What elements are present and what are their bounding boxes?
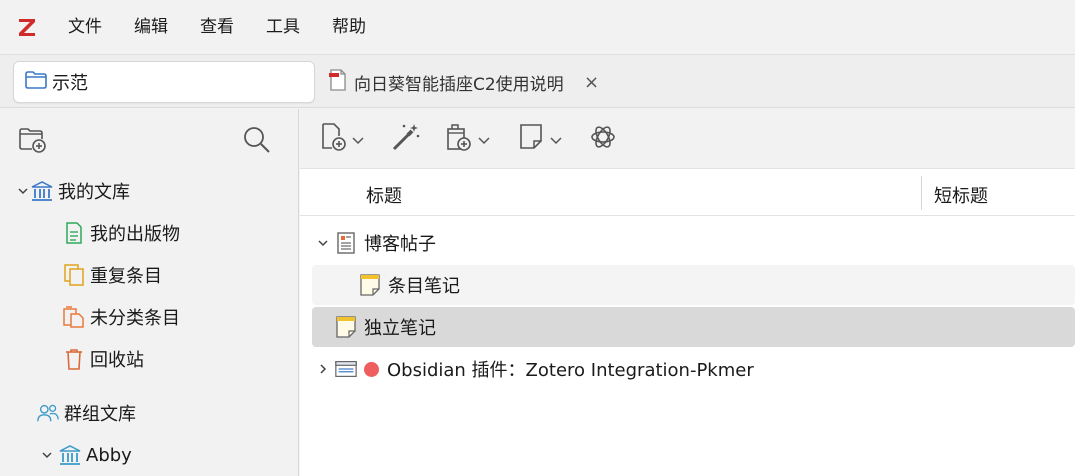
menu-view[interactable]: 查看 [184,0,250,54]
tab-reader-label: 向日葵智能插座C2使用说明 [354,74,564,95]
new-note-button[interactable] [518,123,562,155]
new-item-button[interactable] [320,123,364,155]
note-icon [358,273,382,297]
tree-duplicate-items[interactable]: 重复条目 [62,255,162,295]
my-publications-label: 我的出版物 [90,224,180,245]
new-collection-icon[interactable] [18,125,48,157]
chevron-down-icon [550,130,562,149]
folder-icon [24,70,48,94]
menu-file[interactable]: 文件 [54,0,118,54]
item-standalone-note-title: 独立笔记 [364,318,436,339]
tree-group-abby[interactable]: Abby [40,435,132,475]
tree-my-library[interactable]: 我的文库 [16,171,130,211]
trash-icon [62,347,86,371]
zotero-logo-icon [0,0,54,54]
magic-wand-icon [390,121,422,157]
chevron-down-icon [352,130,364,149]
group-abby-label: Abby [86,444,132,466]
library-icon [30,179,54,203]
menu-edit[interactable]: 编辑 [118,0,184,54]
close-tab-icon[interactable]: × [584,72,599,93]
item-standalone-note[interactable]: 独立笔记 [312,307,1075,347]
tree-unfiled-items[interactable]: 未分类条目 [62,297,180,337]
ai-button[interactable] [588,123,618,155]
item-child-note[interactable]: 条目笔记 [312,265,1075,305]
menu-help[interactable]: 帮助 [316,0,382,54]
item-child-note-title: 条目笔记 [388,276,460,297]
chevron-down-icon[interactable] [40,449,54,461]
unfiled-icon [62,305,86,329]
add-attachment-button[interactable] [444,123,490,155]
library-icon [58,443,82,467]
tree-my-publications[interactable]: 我的出版物 [62,213,180,253]
chevron-down-icon[interactable] [312,237,334,249]
pdf-icon [328,68,348,96]
status-dot [364,361,379,377]
items-pane: 标题 短标题 博客帖子 条目笔记 独立笔记 Obsidian 插件：Zotero… [300,109,1075,476]
group-libraries-label: 群组文库 [64,404,136,425]
chevron-down-icon[interactable] [16,185,30,197]
tree-group-libraries[interactable]: 群组文库 [36,393,136,433]
item-obsidian-plugin[interactable]: Obsidian 插件：Zotero Integration-Pkmer [312,349,1075,389]
item-blog-post-title: 博客帖子 [364,234,436,255]
note-icon [334,315,358,339]
group-icon [36,401,60,425]
tab-reader[interactable]: 向日葵智能插座C2使用说明 × [328,61,618,103]
trash-label: 回收站 [90,350,144,371]
menu-bar: 文件 编辑 查看 工具 帮助 [0,0,1075,54]
blog-post-icon [334,231,358,255]
new-note-icon [518,122,546,156]
duplicate-items-label: 重复条目 [90,266,162,287]
add-attachment-icon [444,122,474,156]
column-title[interactable]: 标题 [366,182,402,208]
tab-library-label: 示范 [52,73,88,94]
webpage-icon [334,357,358,381]
item-blog-post[interactable]: 博客帖子 [312,223,1075,263]
column-separator[interactable] [921,176,922,210]
tree-trash[interactable]: 回收站 [62,339,144,379]
item-obsidian-plugin-title: Obsidian 插件：Zotero Integration-Pkmer [387,360,754,381]
publications-icon [62,221,86,245]
tab-bar: 示范 向日葵智能插座C2使用说明 × [0,54,1075,108]
duplicates-icon [62,263,86,287]
chevron-right-icon[interactable] [312,363,334,375]
unfiled-items-label: 未分类条目 [90,308,180,329]
column-short-title[interactable]: 短标题 [934,182,988,208]
chevron-down-icon [478,130,490,149]
openai-icon [588,122,618,156]
items-toolbar [300,109,1075,169]
add-by-identifier-button[interactable] [390,123,422,155]
menu-tools[interactable]: 工具 [250,0,316,54]
collections-pane: 我的文库 我的出版物 重复条目 未分类条目 回收站 群组文库 Abby [0,109,299,476]
new-item-icon [320,122,348,156]
search-icon[interactable] [242,125,272,159]
collections-toolbar [0,109,298,169]
column-header: 标题 短标题 [300,170,1075,216]
my-library-label: 我的文库 [58,182,130,203]
tab-library[interactable]: 示范 [13,61,315,103]
